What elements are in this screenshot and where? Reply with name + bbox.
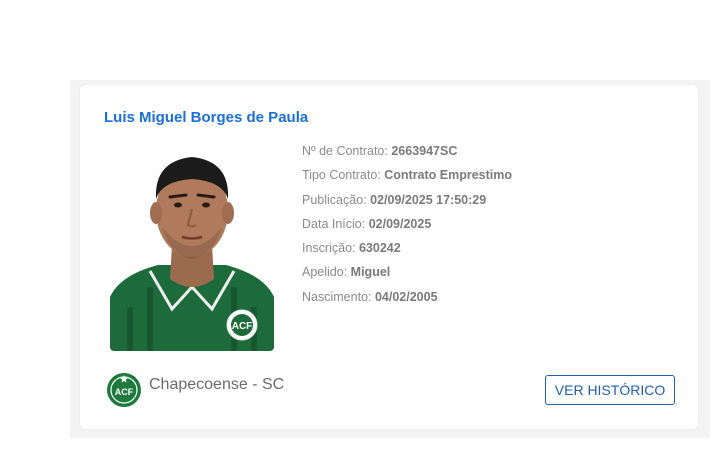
club-crest-icon: ACF bbox=[107, 373, 141, 407]
field-registration: Inscrição: 630242 bbox=[302, 241, 401, 256]
player-photo: ACF bbox=[110, 147, 274, 351]
field-nickname: Apelido: Miguel bbox=[302, 265, 391, 280]
player-name: Luis Miguel Borges de Paula bbox=[104, 109, 309, 126]
contract-info: Nº de Contrato: 2663947SC Tipo Contrato:… bbox=[302, 143, 512, 313]
field-publication: Publicação: 02/09/2025 17:50:29 bbox=[302, 192, 487, 207]
field-birth-date: Nascimento: 04/02/2005 bbox=[302, 289, 438, 304]
player-card: Luis Miguel Borges de Paula ACF Nº de Co… bbox=[80, 85, 698, 429]
svg-text:ACF: ACF bbox=[115, 387, 134, 397]
field-contract-number: Nº de Contrato: 2663947SC bbox=[302, 144, 458, 158]
club-name: Chapecoense - SC bbox=[149, 376, 285, 393]
field-start-date: Data Início: 02/09/2025 bbox=[302, 216, 432, 231]
view-history-button[interactable]: VER HISTÓRICO bbox=[545, 375, 675, 405]
svg-text:ACF: ACF bbox=[232, 321, 253, 332]
field-contract-type: Tipo Contrato: Contrato Emprestimo bbox=[302, 168, 513, 183]
club-info: ACF Chapecoense - SC bbox=[106, 372, 284, 408]
